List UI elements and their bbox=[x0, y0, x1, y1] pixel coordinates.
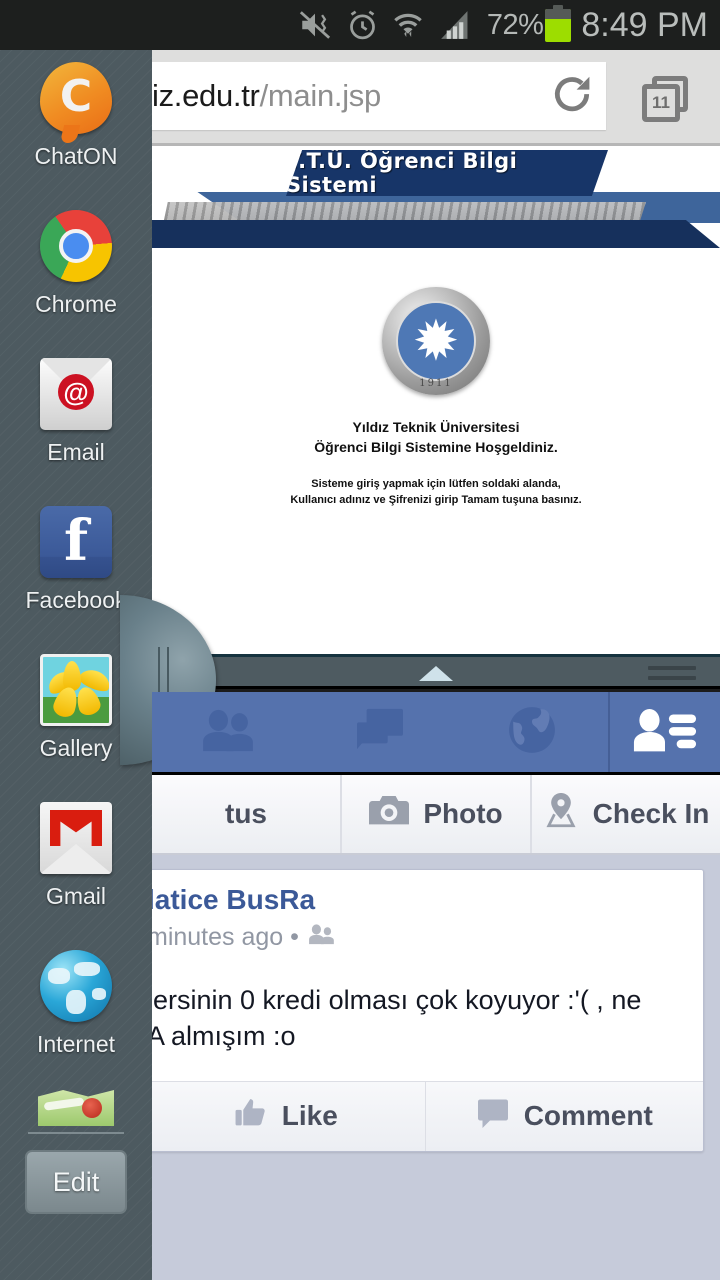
university-crest-icon: ✹ 1911 bbox=[382, 287, 490, 395]
composer-photo-button[interactable]: Photo bbox=[342, 775, 532, 853]
comment-button[interactable]: Comment bbox=[426, 1082, 704, 1151]
facebook-nav-bar bbox=[152, 692, 720, 775]
post-author[interactable]: latice BusRa bbox=[152, 884, 703, 916]
composer-label: tus bbox=[225, 798, 267, 829]
chrome-icon bbox=[40, 210, 112, 282]
post-timestamp: minutes ago • bbox=[152, 923, 299, 951]
phone-screen: 72% 8:49 PM C ChatON Chrome @ Email f Fa… bbox=[0, 0, 720, 1280]
friends-icon bbox=[199, 707, 257, 758]
post-body-line-2: A almışım :o bbox=[152, 1021, 296, 1052]
hint-line-2: Kullanıcı adınız ve Şifrenizi girip Tama… bbox=[290, 494, 582, 507]
facebook-window: tus Photo Check In latice BusRa minutes … bbox=[152, 692, 720, 1280]
sound-off-vibrate-icon bbox=[298, 8, 332, 42]
web-page-content: Y.T.Ü. Öğrenci Bilgi Sistemi ✹ 1911 Yıld… bbox=[152, 146, 720, 654]
like-button[interactable]: Like bbox=[152, 1081, 426, 1151]
reload-icon[interactable] bbox=[538, 74, 606, 118]
multi-window-split-bar[interactable] bbox=[152, 654, 720, 689]
composer-status-button[interactable]: tus bbox=[152, 775, 342, 853]
like-label: Like bbox=[281, 1100, 338, 1132]
url-path: /main.jsp bbox=[259, 78, 382, 113]
facebook-friend-requests-tab[interactable] bbox=[608, 692, 720, 772]
app-label: ChatON bbox=[34, 143, 118, 169]
drawer-divider bbox=[28, 1132, 124, 1134]
hint-line-1: Sisteme giriş yapmak için lütfen soldaki… bbox=[311, 477, 561, 490]
facebook-messages-tab[interactable] bbox=[304, 692, 456, 772]
url-bar[interactable]: iz.edu.tr/main.jsp bbox=[152, 62, 606, 130]
url-text[interactable]: iz.edu.tr/main.jsp bbox=[152, 78, 538, 114]
status-bar: 72% 8:49 PM bbox=[0, 0, 720, 50]
facebook-notifications-tab[interactable] bbox=[456, 692, 608, 772]
location-pin-icon bbox=[543, 792, 579, 836]
app-chrome[interactable]: Chrome bbox=[0, 198, 152, 346]
welcome-line-2: Öğrenci Bilgi Sistemine Hoşgeldiniz. bbox=[314, 439, 558, 456]
app-internet[interactable]: Internet bbox=[0, 938, 152, 1086]
welcome-line-1: Yıldız Teknik Üniversitesi bbox=[352, 419, 520, 435]
browser-window: iz.edu.tr/main.jsp 11 Y.T.Ü. Öğrenci Bil… bbox=[152, 50, 720, 654]
gallery-icon bbox=[40, 654, 112, 726]
tab-count: 11 bbox=[642, 84, 680, 122]
university-logo-area: ✹ 1911 Yıldız Teknik Üniversitesi Öğrenc… bbox=[152, 287, 720, 509]
battery-percent: 72% bbox=[486, 8, 544, 41]
app-label: Chrome bbox=[35, 291, 117, 317]
globe-icon bbox=[507, 705, 557, 760]
clock: 8:49 PM bbox=[581, 5, 708, 44]
thumbs-up-icon bbox=[234, 1096, 268, 1137]
comment-bubble-icon bbox=[476, 1098, 510, 1135]
at-glyph: @ bbox=[58, 374, 94, 410]
site-banner: Y.T.Ü. Öğrenci Bilgi Sistemi bbox=[152, 146, 720, 249]
facebook-composer-bar: tus Photo Check In bbox=[152, 775, 720, 855]
alarm-icon bbox=[346, 9, 379, 42]
crest-year: 1911 bbox=[419, 378, 453, 389]
app-label: Gallery bbox=[39, 735, 113, 761]
message-bubble-icon bbox=[354, 707, 406, 758]
browser-toolbar: iz.edu.tr/main.jsp 11 bbox=[152, 50, 720, 143]
post-header: latice BusRa minutes ago • bbox=[152, 870, 703, 952]
app-label: Internet bbox=[37, 1031, 115, 1057]
banner-title: Y.T.Ü. Öğrenci Bilgi Sistemi bbox=[286, 150, 608, 196]
crest-star-glyph: ✹ bbox=[412, 309, 460, 372]
chaton-glyph: C bbox=[59, 70, 93, 122]
friend-requests-icon bbox=[632, 706, 698, 759]
gmail-icon bbox=[40, 802, 112, 874]
login-hint: Sisteme giriş yapmak için lütfen soldaki… bbox=[290, 476, 581, 509]
internet-icon bbox=[40, 950, 112, 1022]
post-body-line-1: lersinin 0 kredi olması çok koyuyor :'( … bbox=[152, 985, 642, 1015]
facebook-post-card: latice BusRa minutes ago • lersinin 0 kr… bbox=[152, 869, 704, 1152]
facebook-icon: f bbox=[40, 506, 112, 578]
chaton-icon: C bbox=[40, 62, 112, 134]
resize-grip-icon[interactable] bbox=[648, 666, 696, 686]
app-maps-partial[interactable] bbox=[0, 1090, 152, 1126]
tab-switcher-button[interactable]: 11 bbox=[632, 72, 698, 126]
post-meta: minutes ago • bbox=[152, 923, 703, 952]
composer-label: Check In bbox=[592, 798, 710, 829]
caret-up-icon[interactable] bbox=[419, 666, 453, 681]
battery-icon bbox=[545, 4, 572, 42]
url-host: iz.edu.tr bbox=[152, 78, 260, 113]
app-label: Email bbox=[47, 439, 105, 465]
app-chaton[interactable]: C ChatON bbox=[0, 50, 152, 198]
app-label: Gmail bbox=[45, 883, 107, 909]
welcome-heading: Yıldız Teknik Üniversitesi Öğrenci Bilgi… bbox=[314, 417, 558, 458]
maps-icon bbox=[38, 1090, 114, 1126]
facebook-glyph: f bbox=[63, 508, 89, 574]
email-icon: @ bbox=[40, 358, 112, 430]
app-email[interactable]: @ Email bbox=[0, 346, 152, 494]
post-body: lersinin 0 kredi olması çok koyuyor :'( … bbox=[152, 952, 703, 1081]
edit-button[interactable]: Edit bbox=[25, 1150, 127, 1214]
signal-icon bbox=[437, 8, 473, 42]
post-actions: Like Comment bbox=[152, 1080, 704, 1151]
facebook-friends-tab[interactable] bbox=[152, 692, 304, 772]
app-label: Facebook bbox=[25, 587, 127, 613]
app-gmail[interactable]: Gmail bbox=[0, 790, 152, 938]
composer-checkin-button[interactable]: Check In bbox=[532, 775, 720, 853]
wifi-icon bbox=[393, 8, 423, 42]
friends-privacy-icon bbox=[307, 923, 335, 952]
composer-label: Photo bbox=[423, 798, 503, 829]
comment-label: Comment bbox=[523, 1100, 653, 1132]
camera-icon bbox=[369, 794, 410, 835]
